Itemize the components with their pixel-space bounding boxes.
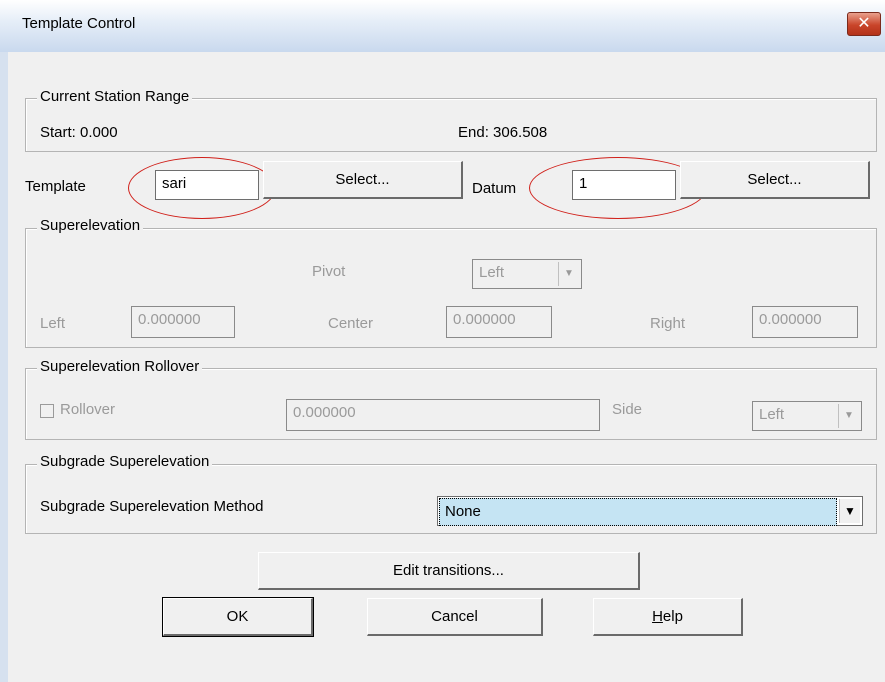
ok-button[interactable]: OK <box>162 597 314 637</box>
close-icon: ✕ <box>857 15 871 32</box>
datum-select-button[interactable]: Select... <box>680 161 870 199</box>
template-select-button[interactable]: Select... <box>263 161 463 199</box>
cancel-button[interactable]: Cancel <box>367 598 543 636</box>
left-label: Left <box>40 315 66 332</box>
center-label: Center <box>328 315 374 332</box>
left-input[interactable]: 0.000000 <box>131 306 235 338</box>
rollover-input[interactable]: 0.000000 <box>286 399 600 431</box>
rollover-group-label: Superelevation Rollover <box>37 358 203 375</box>
help-mnemonic: H <box>652 608 663 625</box>
end-station: End: 306.508 <box>458 124 548 141</box>
side-select[interactable]: Left ▼ <box>752 401 862 431</box>
help-label: elp <box>662 608 683 625</box>
rollover-checkbox-label: Rollover <box>60 401 116 418</box>
rollover-checkbox[interactable] <box>40 404 54 418</box>
template-input[interactable]: sari <box>155 170 259 200</box>
subgrade-method-value: None <box>439 498 837 526</box>
side-label: Side <box>612 401 643 418</box>
subgrade-method-select[interactable]: None ▼ <box>437 496 863 526</box>
superelevation-label: Superelevation <box>37 217 144 234</box>
chevron-down-icon: ▼ <box>838 404 859 428</box>
template-label: Template <box>25 178 86 195</box>
pivot-label: Pivot <box>312 263 346 280</box>
station-range-group <box>25 98 877 152</box>
datum-input[interactable]: 1 <box>572 170 676 200</box>
window-frame <box>0 52 8 682</box>
center-input[interactable]: 0.000000 <box>446 306 552 338</box>
chevron-down-icon: ▼ <box>839 499 860 523</box>
subgrade-method-label: Subgrade Superelevation Method <box>40 498 264 515</box>
help-button[interactable]: Help <box>593 598 743 636</box>
right-label: Right <box>650 315 686 332</box>
start-station: Start: 0.000 <box>40 124 118 141</box>
edit-transitions-button[interactable]: Edit transitions... <box>258 552 640 590</box>
side-value: Left <box>759 406 785 423</box>
station-range-label: Current Station Range <box>37 88 193 105</box>
datum-label: Datum <box>472 180 517 197</box>
pivot-value: Left <box>479 264 505 281</box>
window-title: Template Control <box>22 15 136 32</box>
chevron-down-icon: ▼ <box>558 262 579 286</box>
subgrade-group-label: Subgrade Superelevation <box>37 453 213 470</box>
right-input[interactable]: 0.000000 <box>752 306 858 338</box>
pivot-select[interactable]: Left ▼ <box>472 259 582 289</box>
close-button[interactable]: ✕ <box>847 12 881 36</box>
